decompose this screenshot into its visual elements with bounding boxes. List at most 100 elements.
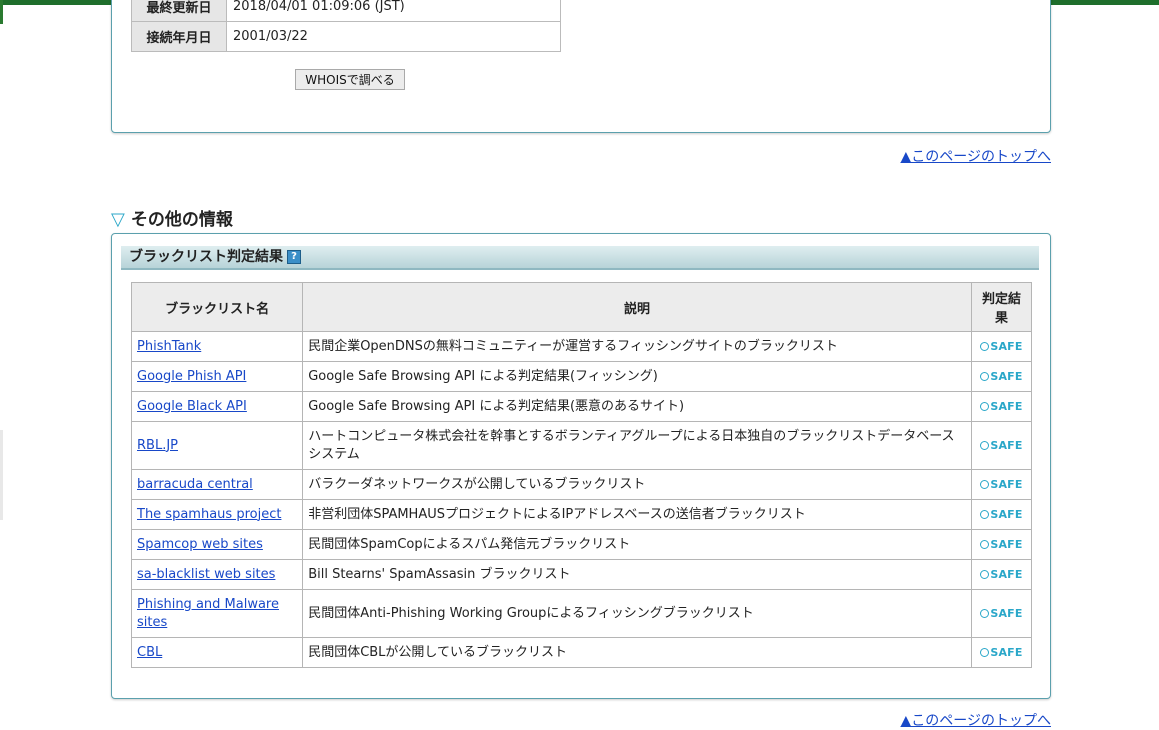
safe-label: SAFE [990, 567, 1023, 581]
section-heading: ▽ その他の情報 [111, 205, 233, 230]
whois-table: 最終更新日 2018/04/01 01:09:06 (JST) 接続年月日 20… [131, 0, 561, 52]
whois-row-connected: 接続年月日 2001/03/22 [131, 21, 561, 52]
safe-label: SAFE [990, 369, 1023, 383]
blacklist-description: 非営利団体SPAMHAUSプロジェクトによるIPアドレスベースの送信者ブラックリ… [302, 499, 972, 530]
col-header-name: ブラックリスト名 [130, 282, 304, 332]
col-header-result: 判定結果 [970, 282, 1033, 332]
safe-badge: SAFE [980, 607, 1022, 620]
blacklist-link[interactable]: The spamhaus project [137, 507, 281, 522]
blacklist-link[interactable]: PhishTank [137, 339, 201, 354]
table-row: CBL 民間団体CBLが公開しているブラックリスト SAFE [130, 637, 1033, 668]
blacklist-table: ブラックリスト名 説明 判定結果 PhishTank 民間企業OpenDNSの無料… [130, 282, 1033, 668]
circle-icon [980, 608, 990, 618]
subheader-title: ブラックリスト判定結果 [129, 249, 283, 265]
blacklist-description: Google Safe Browsing API による判定結果(悪意のあるサイ… [302, 391, 972, 422]
blacklist-link[interactable]: Spamcop web sites [137, 537, 263, 552]
blacklist-panel: ブラックリスト判定結果? ブラックリスト名 説明 判定結果 PhishTank 民… [111, 233, 1051, 699]
safe-label: SAFE [990, 477, 1023, 491]
blacklist-name-cell: PhishTank [130, 331, 304, 362]
help-icon[interactable]: ? [287, 250, 301, 264]
circle-icon [980, 569, 990, 579]
blacklist-description: ハートコンピュータ株式会社を幹事とするボランティアグループによる日本独自のブラッ… [302, 421, 972, 470]
col-header-desc: 説明 [302, 282, 972, 332]
blacklist-name-cell: RBL.JP [130, 421, 304, 470]
blacklist-result: SAFE [970, 469, 1033, 500]
blacklist-name-cell: sa-blacklist web sites [130, 559, 304, 590]
blacklist-description: バラクーダネットワークスが公開しているブラックリスト [302, 469, 972, 500]
blacklist-description: 民間団体CBLが公開しているブラックリスト [302, 637, 972, 668]
blacklist-result: SAFE [970, 499, 1033, 530]
table-row: PhishTank 民間企業OpenDNSの無料コミュニティーが運営するフィッシン… [130, 331, 1033, 362]
safe-badge: SAFE [980, 370, 1022, 383]
blacklist-link[interactable]: Phishing and Malware sites [137, 597, 279, 630]
circle-icon [980, 341, 990, 351]
safe-label: SAFE [990, 339, 1023, 353]
blacklist-result: SAFE [970, 391, 1033, 422]
blacklist-link[interactable]: Google Black API [137, 399, 247, 414]
whois-label: 最終更新日 [131, 0, 227, 22]
blacklist-result: SAFE [970, 637, 1033, 668]
table-row: sa-blacklist web sites Bill Stearns' Spam… [130, 559, 1033, 590]
whois-lookup-button[interactable]: WHOISで調べる [295, 69, 405, 90]
circle-icon [980, 401, 990, 411]
circle-icon [980, 479, 990, 489]
circle-icon [980, 647, 990, 657]
table-row: Google Black API Google Safe Browsing API… [130, 391, 1033, 422]
blacklist-description: Bill Stearns' SpamAssasin ブラックリスト [302, 559, 972, 590]
triangle-down-icon: ▽ [111, 209, 125, 230]
circle-icon [980, 539, 990, 549]
safe-badge: SAFE [980, 538, 1022, 551]
blacklist-result: SAFE [970, 331, 1033, 362]
circle-icon [980, 440, 990, 450]
table-row: Google Phish API Google Safe Browsing API… [130, 361, 1033, 392]
table-row: RBL.JP ハートコンピュータ株式会社を幹事とするボランティアグループによる日本… [130, 421, 1033, 470]
blacklist-link[interactable]: Google Phish API [137, 369, 246, 384]
whois-value: 2018/04/01 01:09:06 (JST) [226, 0, 561, 22]
table-row: The spamhaus project 非営利団体SPAMHAUSプロジェクトに… [130, 499, 1033, 530]
safe-label: SAFE [990, 537, 1023, 551]
safe-label: SAFE [990, 606, 1023, 620]
blacklist-link[interactable]: sa-blacklist web sites [137, 567, 275, 582]
blacklist-name-cell: The spamhaus project [130, 499, 304, 530]
page-top-link-bottom[interactable]: ▲このページのトップへ [901, 710, 1052, 730]
circle-icon [980, 371, 990, 381]
table-row: barracuda central バラクーダネットワークスが公開しているブラック… [130, 469, 1033, 500]
whois-panel: 最終更新日 2018/04/01 01:09:06 (JST) 接続年月日 20… [111, 0, 1051, 133]
safe-badge: SAFE [980, 568, 1022, 581]
page-top-link[interactable]: ▲このページのトップへ [901, 146, 1052, 166]
circle-icon [980, 509, 990, 519]
whois-value: 2001/03/22 [226, 21, 561, 52]
safe-badge: SAFE [980, 340, 1022, 353]
safe-badge: SAFE [980, 646, 1022, 659]
blacklist-result: SAFE [970, 421, 1033, 470]
blacklist-result: SAFE [970, 589, 1033, 638]
blacklist-name-cell: barracuda central [130, 469, 304, 500]
blacklist-link[interactable]: RBL.JP [137, 438, 178, 453]
safe-label: SAFE [990, 438, 1023, 452]
blacklist-result: SAFE [970, 529, 1033, 560]
safe-badge: SAFE [980, 400, 1022, 413]
safe-badge: SAFE [980, 478, 1022, 491]
left-scroll-indicator [0, 430, 3, 520]
table-row: Spamcop web sites 民間団体SpamCopによるスパム発信元ブラッ… [130, 529, 1033, 560]
blacklist-link[interactable]: CBL [137, 645, 162, 660]
left-edge-bar [0, 0, 3, 24]
table-row: Phishing and Malware sites 民間団体Anti-Phish… [130, 589, 1033, 638]
blacklist-subheader: ブラックリスト判定結果? [121, 246, 1039, 270]
section-title-text: その他の情報 [130, 210, 233, 230]
blacklist-name-cell: Google Phish API [130, 361, 304, 392]
blacklist-description: 民間企業OpenDNSの無料コミュニティーが運営するフィッシングサイトのブラック… [302, 331, 972, 362]
blacklist-result: SAFE [970, 361, 1033, 392]
blacklist-link[interactable]: barracuda central [137, 477, 253, 492]
safe-badge: SAFE [980, 439, 1022, 452]
blacklist-name-cell: Google Black API [130, 391, 304, 422]
blacklist-name-cell: CBL [130, 637, 304, 668]
blacklist-description: 民間団体Anti-Phishing Working Groupによるフィッシング… [302, 589, 972, 638]
blacklist-name-cell: Spamcop web sites [130, 529, 304, 560]
table-header-row: ブラックリスト名 説明 判定結果 [130, 282, 1033, 332]
whois-label: 接続年月日 [131, 21, 227, 52]
safe-label: SAFE [990, 645, 1023, 659]
safe-label: SAFE [990, 399, 1023, 413]
blacklist-description: Google Safe Browsing API による判定結果(フィッシング) [302, 361, 972, 392]
whois-row-updated: 最終更新日 2018/04/01 01:09:06 (JST) [131, 0, 561, 22]
